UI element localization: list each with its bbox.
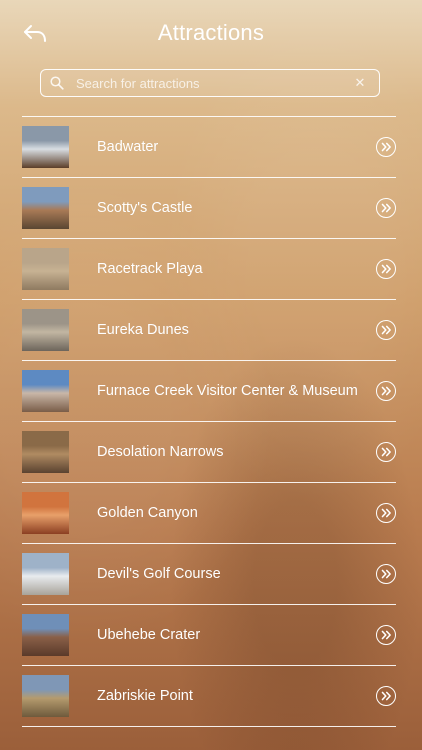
chevron-double-right-circle-icon[interactable] — [376, 320, 396, 340]
attraction-name: Devil's Golf Course — [97, 566, 221, 582]
page-title: Attractions — [157, 20, 265, 45]
list-item[interactable]: Zabriskie Point — [22, 666, 396, 726]
attraction-thumbnail — [22, 126, 69, 168]
attraction-name: Zabriskie Point — [97, 688, 193, 704]
list-item[interactable]: Desolation Narrows — [22, 422, 396, 482]
list-item[interactable]: Eureka Dunes — [22, 300, 396, 360]
attraction-name: Golden Canyon — [97, 505, 198, 521]
list-item[interactable]: Scotty's Castle — [22, 178, 396, 238]
attraction-name: Racetrack Playa — [97, 261, 203, 277]
chevron-double-right-circle-icon[interactable] — [376, 198, 396, 218]
attraction-thumbnail — [22, 248, 69, 290]
list-item[interactable]: Racetrack Playa — [22, 239, 396, 299]
attraction-thumbnail — [22, 492, 69, 534]
list-item[interactable]: Devil's Golf Course — [22, 544, 396, 604]
attraction-thumbnail — [22, 431, 69, 473]
search-input[interactable] — [72, 71, 349, 95]
chevron-double-right-circle-icon[interactable] — [376, 503, 396, 523]
attraction-thumbnail — [22, 614, 69, 656]
attraction-name: Ubehebe Crater — [97, 627, 201, 643]
chevron-double-right-circle-icon[interactable] — [376, 259, 396, 279]
chevron-double-right-circle-icon[interactable] — [376, 564, 396, 584]
list-item[interactable]: Furnace Creek Visitor Center & Museum — [22, 361, 396, 421]
list-item[interactable]: Ubehebe Crater — [22, 605, 396, 665]
clear-search-icon[interactable]: ✕ — [349, 75, 371, 91]
list-divider — [22, 726, 396, 727]
search-icon — [50, 76, 72, 90]
attractions-list: Badwater Scotty's Castle Racetrack Playa Eu… — [22, 116, 396, 727]
chevron-double-right-circle-icon[interactable] — [376, 625, 396, 645]
attraction-thumbnail — [22, 675, 69, 717]
list-item[interactable]: Badwater — [22, 117, 396, 177]
attraction-name: Eureka Dunes — [97, 322, 189, 338]
attraction-thumbnail — [22, 187, 69, 229]
chevron-double-right-circle-icon[interactable] — [376, 381, 396, 401]
attraction-name: Scotty's Castle — [97, 200, 193, 216]
attraction-name: Desolation Narrows — [97, 444, 224, 460]
list-item[interactable]: Golden Canyon — [22, 483, 396, 543]
attraction-thumbnail — [22, 553, 69, 595]
header: Attractions — [0, 0, 422, 66]
chevron-double-right-circle-icon[interactable] — [376, 137, 396, 157]
attraction-thumbnail — [22, 309, 69, 351]
chevron-double-right-circle-icon[interactable] — [376, 442, 396, 462]
attraction-name: Furnace Creek Visitor Center & Museum — [97, 383, 358, 399]
attraction-thumbnail — [22, 370, 69, 412]
search-bar: ✕ — [40, 69, 380, 97]
chevron-double-right-circle-icon[interactable] — [376, 686, 396, 706]
attraction-name: Badwater — [97, 139, 159, 155]
